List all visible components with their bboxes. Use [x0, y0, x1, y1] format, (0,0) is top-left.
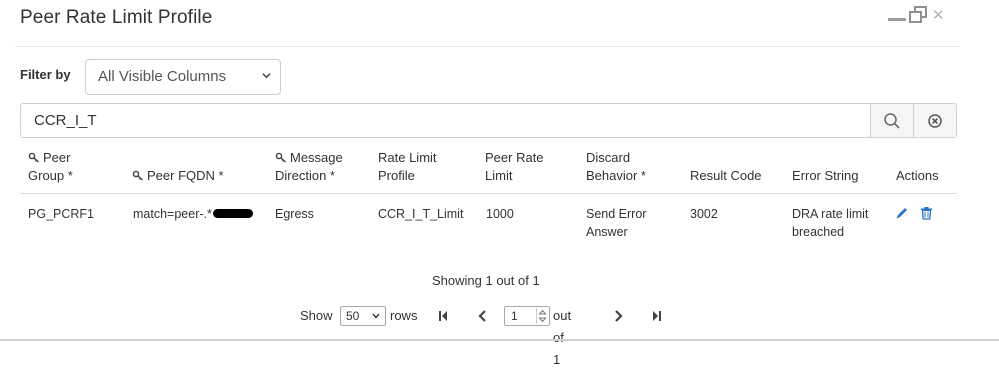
showing-count: Showing 1 out of 1: [432, 273, 540, 288]
cell-peer-rate-limit: 1000: [486, 207, 514, 221]
filter-label: Filter by: [20, 67, 71, 82]
cell-message-direction: Egress: [275, 207, 314, 221]
rows-per-page-value: 50: [346, 309, 360, 323]
close-icon[interactable]: ✕: [932, 8, 945, 23]
search-input[interactable]: [21, 104, 870, 137]
filter-selected-value: All Visible Columns: [98, 68, 227, 85]
minimize-icon[interactable]: [888, 18, 906, 21]
key-icon: [28, 152, 39, 163]
clear-circle-icon: [928, 113, 942, 128]
header-label: Peer: [43, 150, 71, 165]
cell-error-string: DRA rate limit breached: [792, 205, 868, 241]
header-label: Profile: [378, 168, 415, 183]
rows-label: rows: [390, 308, 418, 323]
header-discard-behavior[interactable]: Discard Behavior *: [586, 149, 646, 185]
search-button[interactable]: [870, 104, 913, 137]
header-error-string[interactable]: Error String: [792, 167, 858, 185]
cell-peer-group: PG_PCRF1: [28, 207, 94, 221]
key-icon: [132, 170, 143, 181]
out-of-label: out of 1: [553, 308, 572, 367]
rows-per-page-select[interactable]: 50: [340, 306, 386, 326]
key-icon: [275, 152, 286, 163]
window-controls: ✕: [888, 6, 945, 24]
prev-page-icon[interactable]: [478, 310, 487, 322]
dialog-panel: Peer Rate Limit Profile ✕ Filter by All …: [0, 0, 960, 367]
search-icon: [884, 112, 900, 129]
page-spinner[interactable]: [536, 308, 548, 324]
trash-icon[interactable]: [920, 206, 933, 220]
header-label: Actions: [896, 168, 939, 183]
pencil-icon[interactable]: [895, 206, 909, 220]
cell-peer-fqdn-text: match=peer-.*: [133, 207, 212, 221]
header-peer-group[interactable]: Peer Group *: [28, 149, 73, 185]
search-bar: [20, 103, 957, 138]
header-label: Behavior *: [586, 168, 646, 183]
chevron-down-icon: [372, 313, 380, 319]
header-label: Message: [290, 150, 343, 165]
header-peer-rate-limit[interactable]: Peer Rate Limit: [485, 149, 544, 185]
cell-line: breached: [792, 225, 845, 239]
clear-search-button[interactable]: [913, 104, 956, 137]
header-label: Result Code: [690, 168, 762, 183]
header-label: Rate Limit: [378, 150, 437, 165]
last-page-icon[interactable]: [652, 310, 662, 322]
header-actions: Actions: [896, 167, 939, 185]
header-result-code[interactable]: Result Code: [690, 167, 762, 185]
header-label: Peer FQDN *: [147, 168, 224, 183]
next-page-icon[interactable]: [614, 310, 623, 322]
header-message-direction[interactable]: Message Direction *: [275, 149, 343, 185]
header-label: Error String: [792, 168, 859, 183]
cell-discard-behavior: Send Error Answer: [586, 205, 646, 241]
spinner-arrows-icon: [538, 309, 547, 323]
header-label: Group *: [28, 168, 73, 183]
cell-rate-limit-profile: CCR_I_T_Limit: [378, 207, 464, 221]
header-divider: [20, 193, 957, 194]
redaction-mark: [212, 209, 253, 218]
show-label: Show: [300, 308, 333, 323]
first-page-icon[interactable]: [438, 310, 448, 322]
header-rate-limit-profile[interactable]: Rate Limit Profile: [378, 149, 437, 185]
page-number-value: 1: [511, 309, 518, 323]
page-number-input[interactable]: 1: [504, 306, 550, 326]
header-label: Limit: [485, 168, 513, 183]
cell-peer-fqdn: match=peer-.*: [133, 205, 253, 223]
title-divider: [15, 46, 960, 47]
cell-result-code: 3002: [690, 207, 718, 221]
header-label: Discard: [586, 150, 631, 165]
cell-line: Answer: [586, 225, 628, 239]
chevron-down-icon: [262, 73, 271, 79]
dialog-title: Peer Rate Limit Profile: [20, 7, 213, 28]
header-peer-fqdn[interactable]: Peer FQDN *: [132, 167, 224, 185]
cell-line: DRA rate limit: [792, 207, 869, 221]
cell-line: Send Error: [586, 207, 647, 221]
header-label: Direction *: [275, 168, 335, 183]
restore-icon[interactable]: [908, 6, 928, 24]
header-label: Peer Rate: [485, 150, 544, 165]
filter-column-select[interactable]: All Visible Columns: [85, 59, 281, 95]
